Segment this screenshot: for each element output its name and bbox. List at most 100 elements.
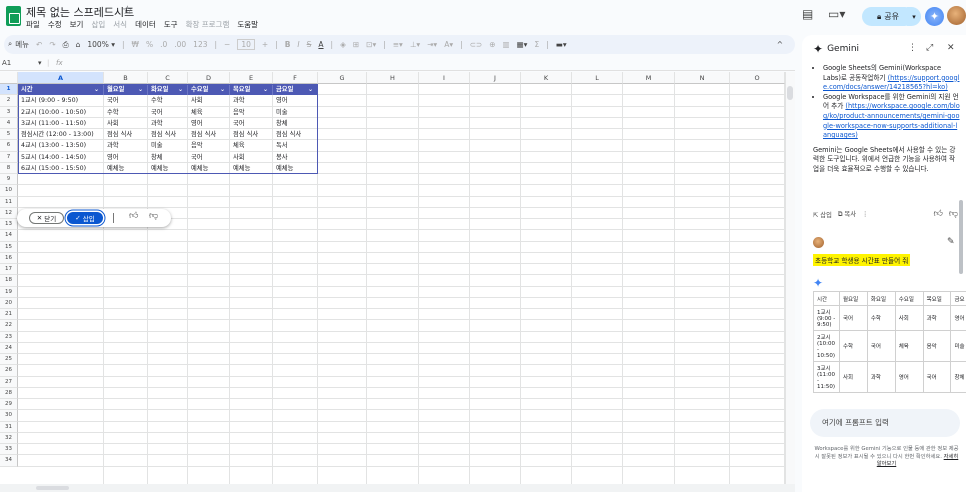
menu-edit[interactable]: 수정	[48, 19, 62, 30]
table-cell[interactable]: 사회	[188, 95, 230, 106]
table-cell[interactable]: 예체능	[230, 163, 273, 174]
table-cell[interactable]: 영어	[188, 118, 230, 129]
expand-icon[interactable]: ⤢	[926, 43, 933, 53]
table-cell[interactable]: 음악	[230, 107, 273, 118]
column-header-A[interactable]: A	[18, 72, 104, 84]
table-cell[interactable]: 창체	[148, 152, 188, 163]
document-title[interactable]: 제목 없는 스프레드시트	[26, 4, 134, 20]
insert-comment-icon[interactable]: ⊕	[489, 40, 495, 49]
table-cell[interactable]: 사회	[104, 118, 148, 129]
font-size-decrease[interactable]: −	[224, 40, 230, 49]
comments-icon[interactable]: ▤	[802, 7, 813, 21]
column-header-B[interactable]: B	[104, 72, 148, 84]
table-cell[interactable]: 창체	[273, 118, 318, 129]
table-cell[interactable]: 예체능	[188, 163, 230, 174]
increase-decimal-button[interactable]: .00	[174, 40, 186, 49]
redo-icon[interactable]: ↷	[49, 40, 55, 49]
undo-icon[interactable]: ↶	[36, 40, 42, 49]
table-cell[interactable]: 4교시 (13:00 - 13:50)	[18, 140, 104, 151]
align-vertical-icon[interactable]: ⊥▾	[410, 40, 420, 49]
column-header-M[interactable]: M	[623, 72, 675, 84]
table-cell[interactable]: 체육	[230, 140, 273, 151]
column-header-G[interactable]: G	[318, 72, 367, 84]
column-filter-chevron-icon[interactable]: ⌄	[94, 84, 99, 95]
menu-file[interactable]: 파일	[26, 19, 40, 30]
horizontal-scrollbar[interactable]	[0, 484, 795, 492]
menu-tools[interactable]: 도구	[164, 19, 178, 30]
percent-button[interactable]: %	[146, 40, 153, 49]
row-header[interactable]: 25	[0, 354, 18, 366]
row-header[interactable]: 32	[0, 432, 18, 444]
vertical-scrollbar[interactable]	[785, 72, 795, 484]
table-cell[interactable]: 미술	[148, 140, 188, 151]
table-header-cell[interactable]: 화요일 ⌄	[148, 84, 188, 96]
table-cell[interactable]: 2교시 (10:00 - 10:50)	[18, 107, 104, 118]
text-rotation-icon[interactable]: A▾	[444, 40, 453, 49]
table-header-cell[interactable]: 시간 ⌄	[18, 84, 104, 96]
row-header[interactable]: 18	[0, 275, 18, 287]
thumbs-down-icon[interactable]: 👎︎	[949, 209, 958, 219]
table-cell[interactable]: 점심 식사	[273, 129, 318, 140]
table-cell[interactable]: 5교시 (14:00 - 14:50)	[18, 152, 104, 163]
row-header[interactable]: 20	[0, 297, 18, 309]
menu-insert[interactable]: 삽입	[91, 19, 105, 30]
row-header[interactable]: 4	[0, 117, 18, 129]
row-header[interactable]: 1	[0, 84, 18, 96]
vertical-scroll-thumb[interactable]	[787, 86, 793, 100]
gemini-panel-scroll-thumb[interactable]	[959, 200, 963, 274]
row-header[interactable]: 31	[0, 421, 18, 433]
insert-button[interactable]: ✓ 삽입	[67, 212, 103, 224]
table-cell[interactable]: 국어	[148, 107, 188, 118]
column-header-D[interactable]: D	[188, 72, 230, 84]
insert-link-icon[interactable]: ⊂⊃	[470, 40, 483, 49]
strikethrough-button[interactable]: S	[307, 40, 312, 49]
row-header[interactable]: 27	[0, 376, 18, 388]
table-cell[interactable]: 수학	[148, 95, 188, 106]
column-header-K[interactable]: K	[521, 72, 572, 84]
row-header[interactable]: 3	[0, 106, 18, 118]
column-filter-chevron-icon[interactable]: ⌄	[308, 84, 313, 95]
table-header-cell[interactable]: 수요일 ⌄	[188, 84, 230, 96]
row-header[interactable]: 16	[0, 252, 18, 264]
horizontal-scroll-thumb[interactable]	[36, 486, 69, 490]
column-filter-chevron-icon[interactable]: ⌄	[263, 84, 268, 95]
table-header-cell[interactable]: 월요일 ⌄	[104, 84, 148, 96]
column-header-O[interactable]: O	[730, 72, 785, 84]
paint-format-icon[interactable]: ⌂	[76, 40, 81, 49]
table-cell[interactable]: 국어	[188, 152, 230, 163]
response-link[interactable]: (https://workspace.google.com/blog/ko/pr…	[823, 102, 960, 139]
column-header-N[interactable]: N	[675, 72, 730, 84]
table-cell[interactable]: 독서	[273, 140, 318, 151]
table-cell[interactable]: 국어	[104, 95, 148, 106]
text-color-button[interactable]: A	[318, 40, 323, 49]
table-cell[interactable]: 과학	[104, 140, 148, 151]
row-header[interactable]: 28	[0, 387, 18, 399]
column-filter-chevron-icon[interactable]: ⌄	[178, 84, 183, 95]
menu-extensions[interactable]: 확장 프로그램	[186, 19, 230, 30]
row-header[interactable]: 30	[0, 410, 18, 422]
print-icon[interactable]: ⎙	[63, 40, 69, 50]
table-cell[interactable]: 3교시 (11:00 - 11:50)	[18, 118, 104, 129]
borders-icon[interactable]: ⊞	[353, 40, 359, 49]
table-cell[interactable]: 과학	[148, 118, 188, 129]
row-header[interactable]: 6	[0, 140, 18, 152]
account-avatar[interactable]	[947, 6, 966, 25]
text-wrap-icon[interactable]: ⇥▾	[427, 40, 437, 49]
row-header[interactable]: 9	[0, 174, 18, 186]
font-size-input[interactable]: 10	[237, 39, 255, 50]
name-box[interactable]: A1	[2, 59, 11, 67]
select-all-corner[interactable]	[0, 72, 18, 84]
menu-view[interactable]: 보기	[70, 19, 84, 30]
thumbs-up-icon[interactable]: 👍︎	[933, 209, 942, 219]
row-header[interactable]: 2	[0, 95, 18, 107]
menu-format[interactable]: 서식	[113, 19, 127, 30]
column-filter-chevron-icon[interactable]: ⌄	[138, 84, 143, 95]
more-options-icon[interactable]: ⋮	[908, 43, 917, 53]
table-cell[interactable]: 수학	[104, 107, 148, 118]
row-header[interactable]: 34	[0, 455, 18, 467]
bold-button[interactable]: B	[285, 40, 291, 49]
column-header-L[interactable]: L	[572, 72, 623, 84]
table-cell[interactable]: 1교시 (9:00 - 9:50)	[18, 95, 104, 106]
column-header-I[interactable]: I	[419, 72, 470, 84]
row-header[interactable]: 14	[0, 230, 18, 242]
